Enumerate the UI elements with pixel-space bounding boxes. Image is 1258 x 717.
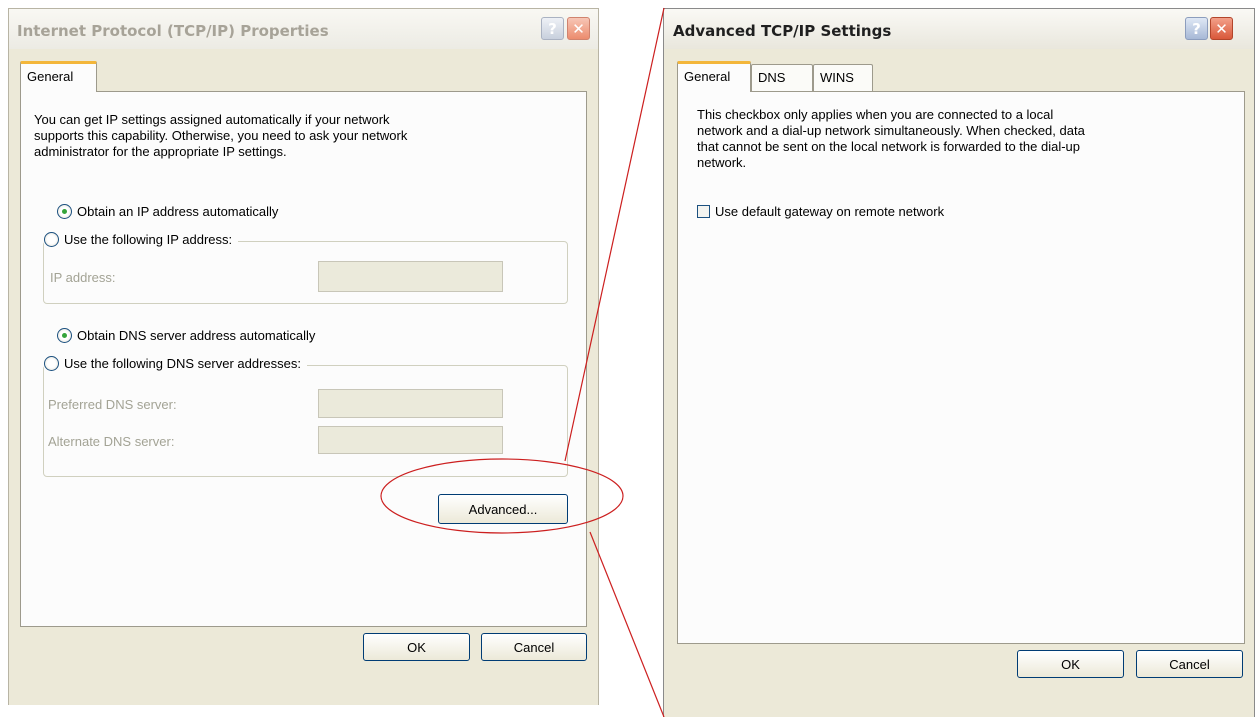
title-bar[interactable]: Advanced TCP/IP Settings ? ✕ (664, 9, 1254, 49)
cancel-button[interactable]: Cancel (1136, 650, 1243, 678)
tab-label: DNS (758, 70, 786, 85)
title-bar[interactable]: Internet Protocol (TCP/IP) Properties ? … (9, 9, 598, 49)
button-label: OK (1061, 656, 1080, 672)
general-panel: This checkbox only applies when you are … (677, 91, 1245, 644)
radio-selected-icon (57, 328, 72, 343)
info-text: This checkbox only applies when you are … (697, 107, 1085, 171)
intro-line: supports this capability. Otherwise, you… (34, 128, 408, 143)
ok-button[interactable]: OK (1017, 650, 1124, 678)
button-label: Advanced... (468, 501, 538, 517)
advanced-tcpip-dialog: Advanced TCP/IP Settings ? ✕ General DNS… (663, 8, 1255, 717)
radio-selected-icon (57, 204, 72, 219)
obtain-dns-radio[interactable]: Obtain DNS server address automatically (57, 328, 315, 343)
cancel-button[interactable]: Cancel (481, 633, 587, 661)
info-line: network. (697, 155, 747, 170)
alternate-dns-label: Alternate DNS server: (48, 434, 175, 449)
button-label: Cancel (513, 639, 555, 655)
close-icon: ✕ (1215, 19, 1228, 38)
callout-line-bottom (589, 531, 665, 717)
preferred-dns-label: Preferred DNS server: (48, 397, 177, 412)
help-button[interactable]: ? (541, 17, 564, 40)
use-dns-radio[interactable]: Use the following DNS server addresses: (44, 356, 307, 371)
dns-server-group: Preferred DNS server: Alternate DNS serv… (43, 365, 568, 477)
obtain-ip-radio[interactable]: Obtain an IP address automatically (57, 204, 278, 219)
info-line: This checkbox only applies when you are … (697, 107, 1054, 122)
checkbox-unchecked-icon (697, 205, 710, 218)
tab-label: General (27, 69, 74, 84)
ip-address-group: IP address: (43, 241, 568, 304)
use-ip-radio[interactable]: Use the following IP address: (44, 232, 239, 247)
preferred-dns-field[interactable] (318, 389, 503, 418)
dialog-title: Internet Protocol (TCP/IP) Properties (17, 22, 329, 40)
advanced-button[interactable]: Advanced... (438, 494, 568, 524)
intro-line: You can get IP settings assigned automat… (34, 112, 390, 127)
tab-general[interactable]: General (677, 61, 751, 92)
tcpip-properties-dialog: Internet Protocol (TCP/IP) Properties ? … (8, 8, 599, 705)
radio-unselected-icon (44, 232, 59, 247)
tab-label: General (684, 69, 731, 84)
radio-label: Use the following IP address: (64, 232, 233, 247)
tab-general[interactable]: General (20, 61, 97, 92)
alternate-dns-field[interactable] (318, 426, 503, 454)
ok-button[interactable]: OK (363, 633, 470, 661)
close-button[interactable]: ✕ (1210, 17, 1233, 40)
tab-label: WINS (820, 70, 854, 85)
radio-label: Use the following DNS server addresses: (64, 356, 301, 371)
general-panel: You can get IP settings assigned automat… (20, 91, 587, 627)
tab-dns[interactable]: DNS (751, 64, 813, 91)
tab-wins[interactable]: WINS (813, 64, 873, 91)
help-icon: ? (548, 19, 557, 38)
radio-label: Obtain DNS server address automatically (77, 328, 316, 343)
close-icon: ✕ (572, 19, 585, 38)
help-button[interactable]: ? (1185, 17, 1208, 40)
info-line: network and a dial-up network simultaneo… (697, 123, 1085, 138)
info-line: that cannot be sent on the local network… (697, 139, 1081, 154)
default-gateway-checkbox[interactable]: Use default gateway on remote network (697, 204, 944, 219)
checkbox-label: Use default gateway on remote network (715, 204, 945, 219)
button-label: Cancel (1169, 656, 1210, 672)
ip-address-label: IP address: (50, 270, 116, 285)
radio-unselected-icon (44, 356, 59, 371)
intro-text: You can get IP settings assigned automat… (34, 112, 407, 160)
intro-line: administrator for the appropriate IP set… (34, 144, 287, 159)
ip-address-field[interactable] (318, 261, 503, 292)
close-button[interactable]: ✕ (567, 17, 590, 40)
dialog-title: Advanced TCP/IP Settings (673, 22, 892, 40)
button-label: OK (407, 639, 426, 655)
radio-label: Obtain an IP address automatically (77, 204, 279, 219)
help-icon: ? (1192, 19, 1201, 38)
